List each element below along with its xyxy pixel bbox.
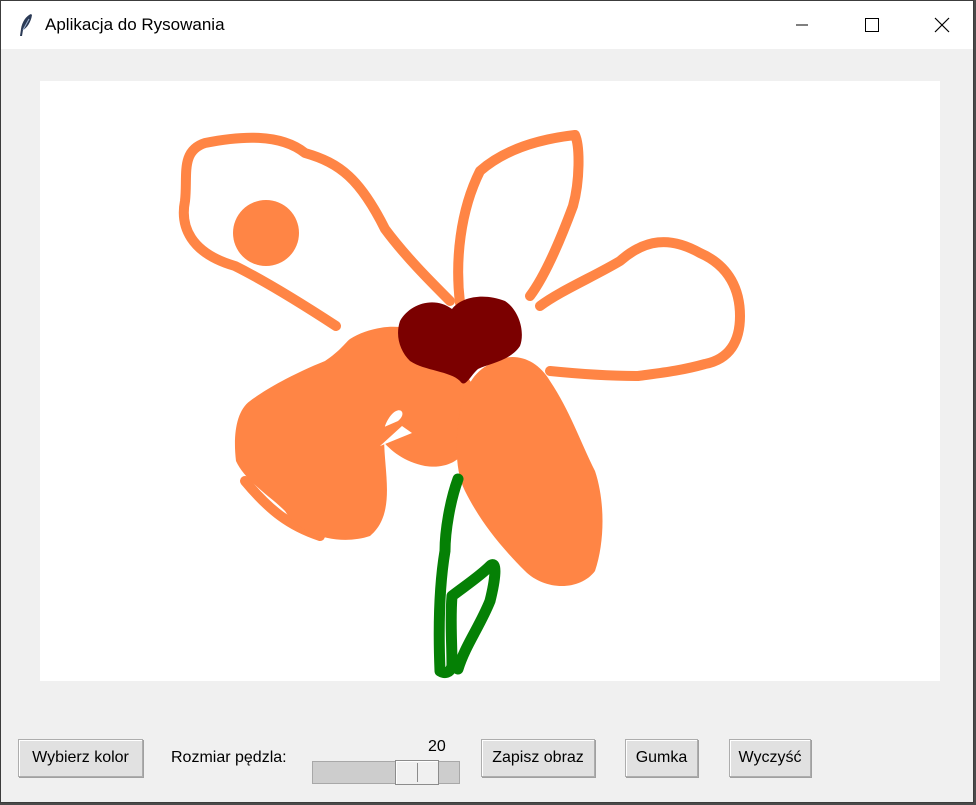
brush-size-slider-thumb[interactable] xyxy=(395,760,440,785)
drawing-canvas[interactable] xyxy=(40,81,940,681)
window-title: Aplikacja do Rysowania xyxy=(45,15,225,34)
maximize-icon xyxy=(864,17,880,33)
petal-fill-right xyxy=(456,357,603,586)
petal-outline-left xyxy=(178,132,455,331)
feather-icon xyxy=(18,13,34,37)
brush-size-value: 20 xyxy=(428,738,446,755)
flower-drawing xyxy=(178,130,745,679)
save-image-button[interactable]: Zapisz obraz xyxy=(481,739,595,777)
slider-grip xyxy=(417,763,419,782)
brush-size-label: Rozmiar pędzla: xyxy=(171,749,287,766)
minimize-icon xyxy=(794,17,810,33)
petal-outline-right xyxy=(535,237,745,381)
maximize-button[interactable] xyxy=(837,1,907,49)
filled-petals xyxy=(234,326,603,586)
choose-color-button[interactable]: Wybierz kolor xyxy=(18,739,143,777)
close-icon xyxy=(934,17,950,33)
title-bar[interactable]: Aplikacja do Rysowania xyxy=(1,1,973,49)
clear-button[interactable]: Wyczyść xyxy=(729,739,811,777)
eraser-button[interactable]: Gumka xyxy=(625,739,698,777)
minimize-button[interactable] xyxy=(767,1,837,49)
close-button[interactable] xyxy=(907,1,973,49)
petal-outline-top xyxy=(453,130,584,308)
app-window: Aplikacja do Rysowania Wybierz kolor Roz… xyxy=(0,0,974,803)
orange-dot xyxy=(233,200,299,266)
